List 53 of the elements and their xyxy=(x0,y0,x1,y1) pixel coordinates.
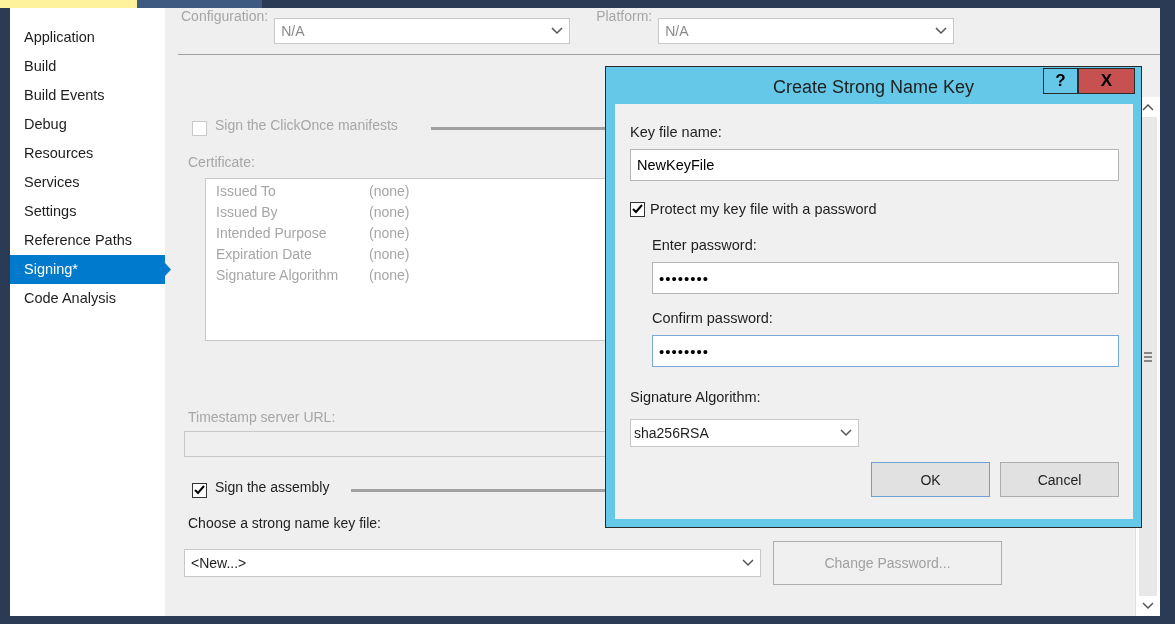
key-file-name-field[interactable]: NewKeyFile xyxy=(630,149,1119,181)
checkbox-label: Sign the ClickOnce manifests xyxy=(215,117,398,133)
sidebar-item[interactable]: Settings xyxy=(10,197,165,226)
close-button[interactable]: X xyxy=(1078,68,1135,94)
algorithm-dropdown[interactable]: sha256RSA xyxy=(630,419,859,447)
sidebar-item[interactable]: Code Analysis xyxy=(10,284,165,313)
field-label: Confirm password: xyxy=(652,310,774,326)
field-label: Enter password: xyxy=(652,237,758,253)
certificate-field: Signature Algorithm xyxy=(216,267,369,283)
checkbox[interactable] xyxy=(630,201,645,217)
certificate-value: (none) xyxy=(369,267,411,283)
chevron-down-icon xyxy=(551,27,564,35)
scroll-down-icon xyxy=(1142,602,1154,610)
certificate-value: (none) xyxy=(369,204,411,220)
checkbox-label: Protect my key file with a password xyxy=(650,201,877,217)
certificate-field: Issued By xyxy=(216,204,369,220)
chevron-down-icon xyxy=(840,429,852,437)
timestamp-label: Timestamp server URL: xyxy=(188,409,336,425)
dialog-button[interactable]: OK xyxy=(871,462,990,497)
sidebar-item[interactable]: Debug xyxy=(10,110,165,139)
checkbox[interactable] xyxy=(192,482,207,498)
checkmark-icon xyxy=(632,204,643,214)
checkbox-label: Sign the assembly xyxy=(215,479,330,495)
password-field[interactable]: •••••••• xyxy=(652,262,1119,294)
key-file-label: Choose a strong name key file: xyxy=(188,515,381,531)
dialog-title: Create Strong Name Key xyxy=(772,77,975,98)
chevron-down-icon xyxy=(742,559,754,567)
key-file-dropdown[interactable]: <New...> xyxy=(184,549,761,577)
certificate-field: Expiration Date xyxy=(216,246,369,262)
password-field[interactable]: •••••••• xyxy=(652,335,1119,367)
grip-icon xyxy=(1144,351,1152,362)
certificate-value: (none) xyxy=(369,183,411,199)
field-label: Platform: xyxy=(596,8,653,24)
sidebar-item[interactable]: Build Events xyxy=(10,81,165,110)
sidebar-item[interactable]: Build xyxy=(10,52,165,81)
checkmark-icon xyxy=(194,485,205,495)
field-label: Signature Algorithm: xyxy=(630,389,762,405)
sidebar-item[interactable]: Reference Paths xyxy=(10,226,165,255)
sidebar-item[interactable]: Application xyxy=(10,23,165,52)
help-button[interactable]: ? xyxy=(1043,68,1078,94)
certificate-value: (none) xyxy=(369,246,411,262)
certificate-field: Intended Purpose xyxy=(216,225,369,241)
field-label: Key file name: xyxy=(630,124,723,140)
field-label: Configuration: xyxy=(181,8,269,24)
certificate-field: Issued To xyxy=(216,183,369,199)
sidebar-item[interactable]: Services xyxy=(10,168,165,197)
scroll-up-icon[interactable] xyxy=(1142,103,1154,111)
dialog-button[interactable]: Cancel xyxy=(1000,462,1119,497)
certificate-value: (none) xyxy=(369,225,411,241)
chevron-down-icon xyxy=(935,27,948,35)
certificate-label: Certificate: xyxy=(188,154,255,170)
sidebar-item[interactable]: Resources xyxy=(10,139,165,168)
pointer-icon xyxy=(165,263,171,276)
